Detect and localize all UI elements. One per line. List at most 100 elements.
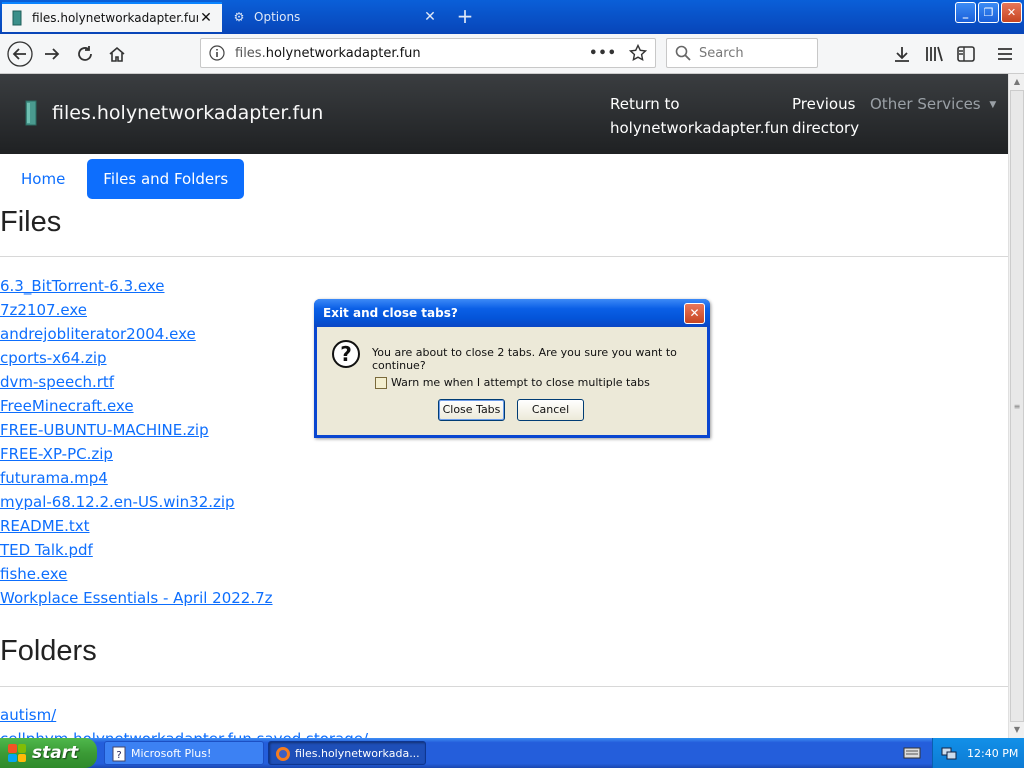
list-item: Workplace Essentials - April 2022.7z: [0, 586, 273, 610]
file-link[interactable]: FreeMinecraft.exe: [0, 397, 134, 415]
taskbar-button-label: files.holynetworkada...: [295, 747, 420, 760]
file-link[interactable]: 7z2107.exe: [0, 301, 87, 319]
url-domain: holynetworkadapter.fun: [265, 45, 421, 61]
bookmark-star-icon[interactable]: [629, 44, 647, 62]
close-tab-icon[interactable]: ✕: [422, 9, 438, 25]
scroll-down-icon[interactable]: ▼: [1009, 722, 1024, 738]
files-heading: Files: [0, 206, 62, 238]
warn-checkbox[interactable]: [375, 376, 387, 389]
list-item: cports-x64.zip: [0, 346, 273, 370]
tab-title: files.holynetworkadapter.fun: [32, 11, 198, 25]
search-bar[interactable]: Search: [666, 38, 818, 68]
file-link[interactable]: andrejobliterator2004.exe: [0, 325, 196, 343]
file-link[interactable]: FREE-UBUNTU-MACHINE.zip: [0, 421, 209, 439]
caret-down-icon: ▼: [989, 100, 997, 110]
page-scrollbar[interactable]: ▲ ≡ ▼: [1008, 74, 1024, 738]
return-link[interactable]: Return to holynetworkadapter.fun: [610, 92, 789, 140]
system-tray: 12:40 PM: [932, 738, 1024, 768]
main-content: Home Files and Folders Files 6.3_BitTorr…: [0, 154, 1008, 738]
folders-heading: Folders: [0, 635, 97, 667]
file-link[interactable]: dvm-speech.rtf: [0, 373, 114, 391]
sidebar-icon: [957, 46, 975, 62]
cancel-button[interactable]: Cancel: [517, 399, 584, 421]
info-icon[interactable]: [209, 45, 225, 61]
close-tab-icon[interactable]: ✕: [198, 10, 214, 26]
folder-link[interactable]: cellphym.holynetworkadapter.fun saved st…: [0, 730, 368, 738]
home-icon: [109, 46, 125, 62]
folder-link[interactable]: autism/: [0, 706, 56, 724]
reload-button[interactable]: [71, 40, 99, 68]
reload-icon: [78, 46, 92, 61]
back-button[interactable]: [6, 40, 34, 68]
scroll-thumb[interactable]: ≡: [1010, 90, 1024, 722]
keyboard-icon[interactable]: [903, 746, 921, 760]
taskbar-button-label: Microsoft Plus!: [131, 747, 212, 760]
file-link[interactable]: cports-x64.zip: [0, 349, 107, 367]
library-button[interactable]: [920, 40, 948, 68]
list-item: cellphym.holynetworkadapter.fun saved st…: [0, 727, 368, 738]
minimize-icon[interactable]: _: [955, 2, 976, 23]
page-nav-pills: Home Files and Folders: [0, 159, 250, 199]
list-item: 6.3_BitTorrent-6.3.exe: [0, 274, 273, 298]
forward-arrow-icon: [45, 48, 60, 60]
site-header: files.holynetworkadapter.fun Return to h…: [0, 74, 1008, 154]
new-tab-button[interactable]: +: [452, 4, 478, 30]
file-link[interactable]: mypal-68.12.2.en-US.win32.zip: [0, 493, 235, 511]
close-tabs-button[interactable]: Close Tabs: [438, 399, 505, 421]
pill-files-and-folders[interactable]: Files and Folders: [87, 159, 245, 199]
file-link[interactable]: FREE-XP-PC.zip: [0, 445, 113, 463]
list-item: dvm-speech.rtf: [0, 370, 273, 394]
close-window-icon[interactable]: ✕: [1001, 2, 1022, 23]
search-placeholder: Search: [699, 45, 744, 61]
taskbar: start ? Microsoft Plus! files.holynetwor…: [0, 738, 1024, 768]
list-item: futurama.mp4: [0, 466, 273, 490]
url-host: files.: [235, 45, 266, 61]
file-link[interactable]: TED Talk.pdf: [0, 541, 93, 559]
downloads-button[interactable]: [888, 40, 916, 68]
file-link[interactable]: Workplace Essentials - April 2022.7z: [0, 589, 273, 607]
network-icon[interactable]: [941, 745, 957, 761]
taskbar-button-firefox[interactable]: files.holynetworkada...: [268, 741, 426, 765]
sidebar-button[interactable]: [952, 40, 980, 68]
previous-link-line2: directory: [792, 119, 860, 137]
return-link-line2: holynetworkadapter.fun: [610, 119, 789, 137]
menu-button[interactable]: [991, 40, 1019, 68]
url-text[interactable]: files.holynetworkadapter.fun: [235, 46, 589, 61]
files-list: 6.3_BitTorrent-6.3.exe 7z2107.exe andrejob…: [0, 274, 273, 610]
dialog-title: Exit and close tabs?: [323, 306, 458, 320]
page-actions-icon[interactable]: •••: [589, 46, 617, 61]
tab-options[interactable]: ⚙ Options ✕: [224, 2, 446, 32]
forward-button[interactable]: [38, 40, 66, 68]
other-services-dropdown[interactable]: Other Services ▼: [870, 92, 996, 117]
clock[interactable]: 12:40 PM: [967, 747, 1018, 760]
dialog-message: You are about to close 2 tabs. Are you s…: [372, 346, 677, 372]
file-link[interactable]: fishe.exe: [0, 565, 67, 583]
home-button[interactable]: [103, 40, 131, 68]
hamburger-menu-icon: [998, 48, 1012, 60]
tab-strip: files.holynetworkadapter.fun ✕ ⚙ Options…: [0, 0, 1024, 34]
gear-icon: ⚙: [233, 10, 245, 24]
dialog-close-icon[interactable]: ✕: [684, 303, 705, 324]
site-brand[interactable]: files.holynetworkadapter.fun: [24, 100, 323, 126]
window-controls: _ ❐ ✕: [955, 2, 1022, 23]
firefox-icon: [276, 747, 290, 761]
taskbar-button-microsoft-plus[interactable]: ? Microsoft Plus!: [104, 741, 264, 765]
book-icon: [10, 10, 24, 26]
back-arrow-icon: [7, 41, 33, 67]
download-icon: [895, 47, 909, 62]
restore-icon[interactable]: ❐: [978, 2, 999, 23]
previous-link-line1: Previous: [792, 95, 856, 113]
start-button[interactable]: start: [0, 738, 97, 768]
url-bar[interactable]: files.holynetworkadapter.fun •••: [200, 38, 656, 68]
pill-home[interactable]: Home: [5, 159, 81, 199]
file-link[interactable]: futurama.mp4: [0, 469, 108, 487]
scroll-up-icon[interactable]: ▲: [1009, 74, 1024, 90]
folders-list: autism/cellphym.holynetworkadapter.fun s…: [0, 703, 368, 738]
warn-checkbox-row[interactable]: Warn me when I attempt to close multiple…: [375, 376, 650, 389]
file-link[interactable]: 6.3_BitTorrent-6.3.exe: [0, 277, 165, 295]
previous-directory-link[interactable]: Previous directory: [792, 92, 859, 140]
start-label: start: [32, 743, 79, 763]
warn-checkbox-label: Warn me when I attempt to close multiple…: [391, 376, 650, 389]
file-link[interactable]: README.txt: [0, 517, 90, 535]
tab-files[interactable]: files.holynetworkadapter.fun ✕: [2, 2, 222, 32]
